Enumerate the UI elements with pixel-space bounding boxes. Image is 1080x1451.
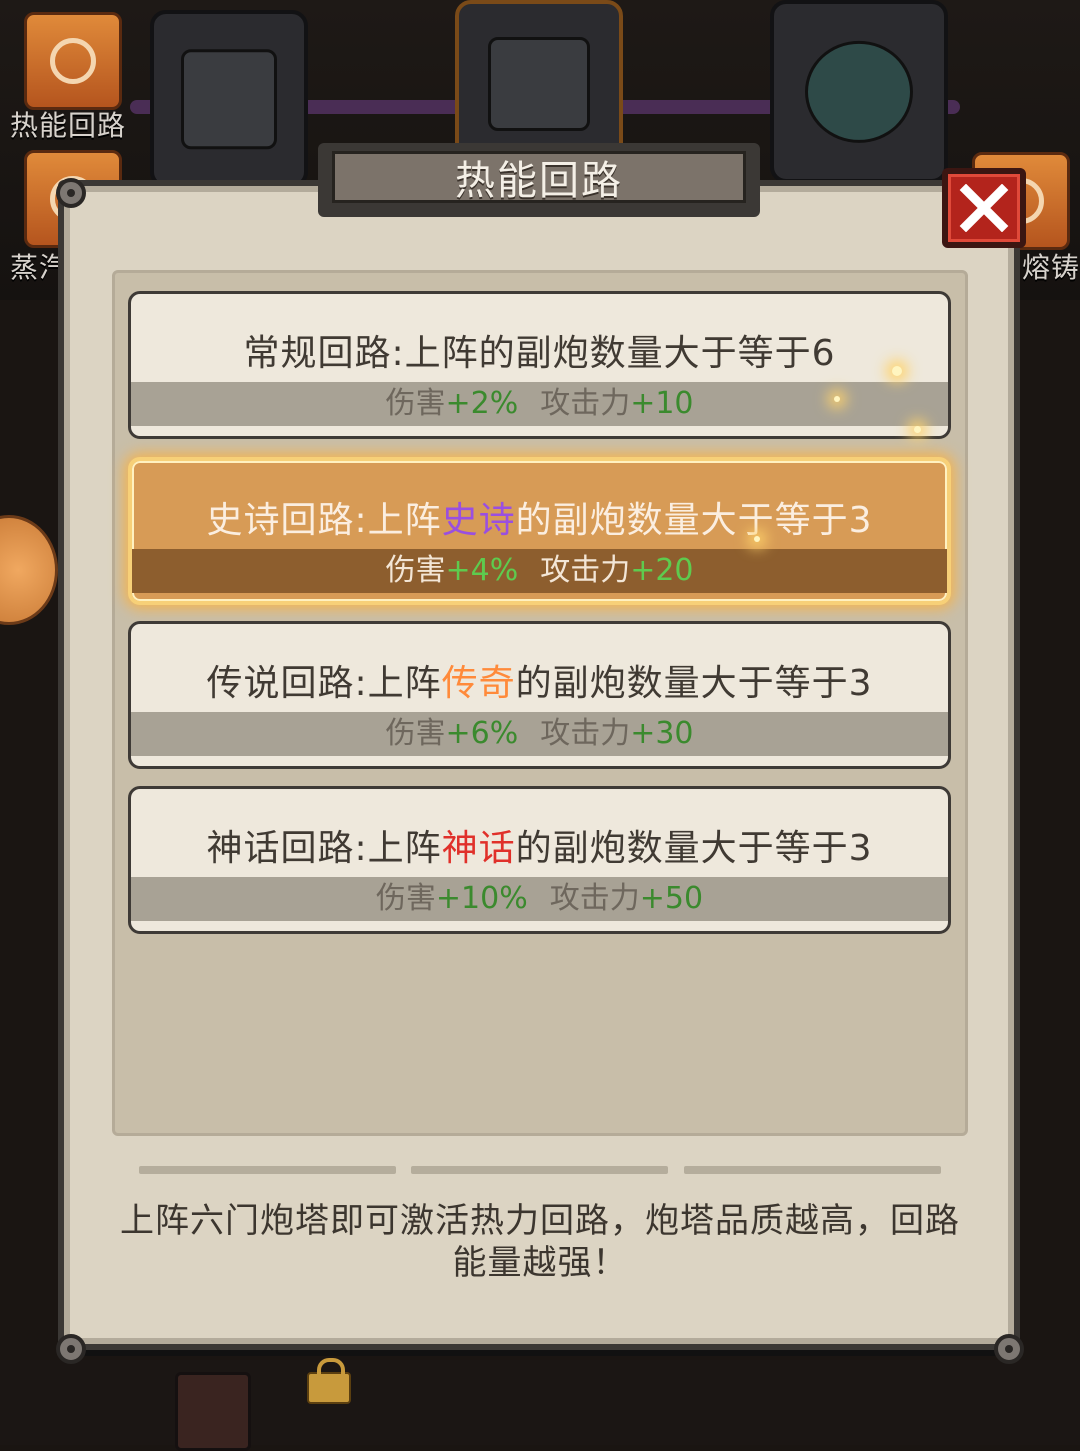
dialog-title-bar: 热能回路 [318,143,760,217]
close-icon [959,184,1009,232]
background-bottom [0,1360,1080,1445]
quality-mythic: 神话 [441,828,516,869]
circuit-card-normal[interactable]: 常规回路:上阵的副炮数量大于等于6 伤害+2% 攻击力+10 [128,291,951,439]
divider [139,1166,396,1174]
lock-icon [307,1358,351,1404]
bolt-icon [56,1334,86,1364]
circuit-title: 史诗回路:上阵史诗的副炮数量大于等于3 [206,500,873,541]
circuit-title: 神话回路:上阵神话的副炮数量大于等于3 [206,828,873,869]
sparkle-effect [834,396,840,402]
side-label-thermal: 热能回路 [10,109,127,142]
circuit-stats: 伤害+4% 攻击力+20 [132,549,947,593]
circuit-card-legendary[interactable]: 传说回路:上阵传奇的副炮数量大于等于3 伤害+6% 攻击力+30 [128,621,951,769]
sparkle-effect [914,426,921,433]
side-label-casting: 熔铸 [1022,251,1080,284]
bolt-icon [56,178,86,208]
circuit-card-epic[interactable]: 史诗回路:上阵史诗的副炮数量大于等于3 伤害+4% 攻击力+20 [128,457,951,605]
divider [411,1166,668,1174]
tower-icon [175,1372,251,1451]
sparkle-effect [892,366,902,376]
description-text: 上阵六门炮塔即可激活热力回路，炮塔品质越高，回路能量越强！ [120,1201,960,1283]
machine-left [150,10,308,188]
machine-right [770,0,948,183]
circuit-title: 常规回路:上阵的副炮数量大于等于6 [243,333,836,374]
circuit-title: 传说回路:上阵传奇的副炮数量大于等于3 [206,663,873,704]
circuit-stats: 伤害+2% 攻击力+10 [131,382,948,426]
close-button[interactable] [942,168,1026,248]
sparkle-effect [754,536,760,542]
quality-legendary: 传奇 [441,663,516,704]
quality-epic: 史诗 [441,500,516,541]
circuit-card-mythic[interactable]: 神话回路:上阵神话的副炮数量大于等于3 伤害+10% 攻击力+50 [128,786,951,934]
circuit-stats: 伤害+6% 攻击力+30 [131,712,948,756]
bolt-icon [994,1334,1024,1364]
side-round-button[interactable] [0,515,58,625]
divider [684,1166,941,1174]
dialog-title: 热能回路 [332,151,746,204]
circuit-stats: 伤害+10% 攻击力+50 [131,877,948,921]
side-label-steam: 蒸汽 [10,251,58,284]
thermal-circuit-icon[interactable] [24,12,122,110]
